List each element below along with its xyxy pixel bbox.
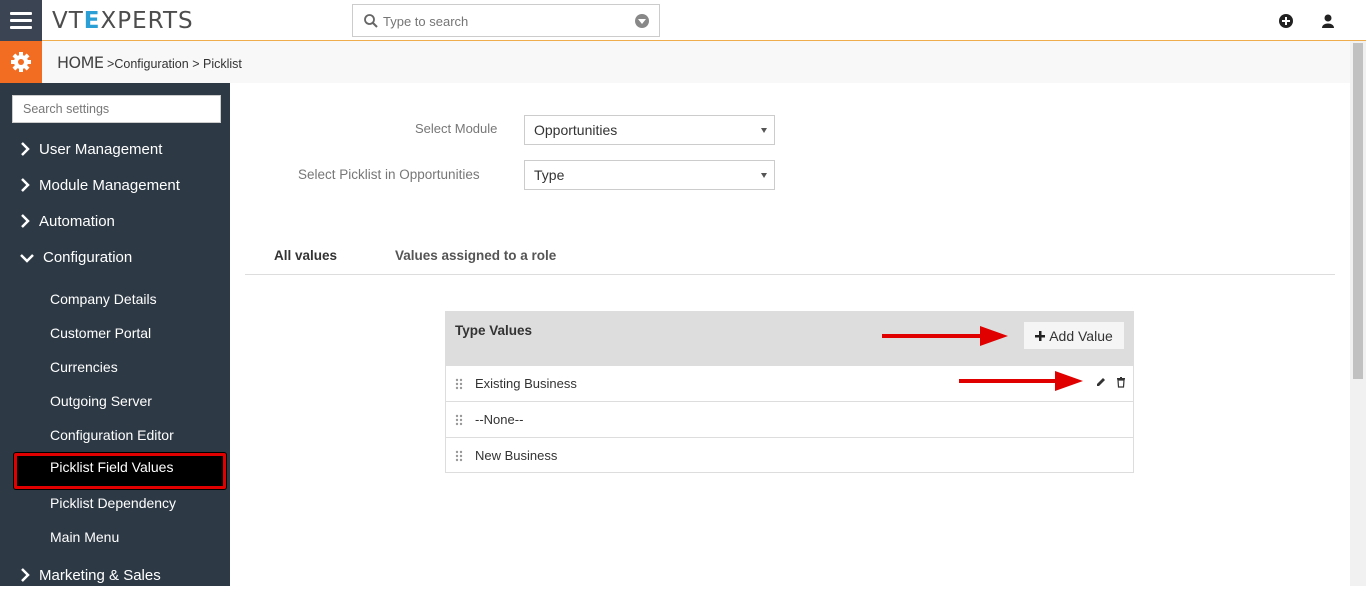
sidebar-item-configuration-editor[interactable]: Configuration Editor <box>0 420 230 450</box>
module-select[interactable]: Opportunities <box>524 115 775 145</box>
logo[interactable]: VTEXPERTS <box>52 8 194 34</box>
drag-handle-icon[interactable] <box>455 378 463 390</box>
drag-handle-icon[interactable] <box>455 414 463 426</box>
settings-search-input[interactable]: Search settings <box>12 95 221 123</box>
list-item[interactable]: --None-- <box>446 401 1133 437</box>
tabs: All values Values assigned to a role <box>245 240 1335 275</box>
settings-sidebar: Search settings User Management Module M… <box>0 83 230 586</box>
menu-icon[interactable] <box>0 0 42 41</box>
chevron-down-icon[interactable] <box>635 14 649 28</box>
select-module-label: Select Module <box>415 121 498 136</box>
scrollbar-thumb[interactable] <box>1353 43 1363 379</box>
sidebar-item-main-menu[interactable]: Main Menu <box>0 522 230 552</box>
list-item[interactable]: New Business <box>446 437 1133 473</box>
breadcrumb-home[interactable]: HOME <box>57 53 104 72</box>
chevron-right-icon <box>21 142 30 156</box>
chevron-down-icon <box>20 254 34 263</box>
drag-handle-icon[interactable] <box>455 450 463 462</box>
sidebar-item-outgoing-server[interactable]: Outgoing Server <box>0 386 230 416</box>
sidebar-item-automation[interactable]: Automation <box>0 207 230 237</box>
tab-values-assigned-to-role[interactable]: Values assigned to a role <box>395 248 556 263</box>
breadcrumb: HOME >Configuration > Picklist <box>57 53 242 72</box>
search-icon <box>364 14 378 28</box>
sidebar-item-company-details[interactable]: Company Details <box>0 284 230 314</box>
global-search[interactable] <box>352 4 660 37</box>
add-value-button[interactable]: Add Value <box>1023 321 1125 350</box>
sidebar-item-currencies[interactable]: Currencies <box>0 352 230 382</box>
annotation-arrow-icon <box>882 326 1008 346</box>
chevron-right-icon <box>21 178 30 192</box>
trash-icon[interactable] <box>1115 376 1127 388</box>
page-scrollbar[interactable] <box>1350 41 1366 586</box>
breadcrumb-picklist: Picklist <box>202 57 242 71</box>
sidebar-item-module-management[interactable]: Module Management <box>0 171 230 201</box>
sidebar-item-customer-portal[interactable]: Customer Portal <box>0 318 230 348</box>
search-input[interactable] <box>383 11 623 31</box>
annotation-arrow-icon <box>959 371 1083 391</box>
user-icon[interactable] <box>1320 13 1336 29</box>
add-icon[interactable] <box>1278 13 1294 29</box>
picklist-select[interactable]: Type <box>524 160 775 190</box>
sidebar-item-picklist-field-values[interactable]: Picklist Field Values <box>14 453 226 489</box>
tab-all-values[interactable]: All values <box>274 248 337 263</box>
breadcrumb-configuration[interactable]: Configuration <box>114 57 188 71</box>
panel-header: Type Values Add Value <box>446 312 1133 365</box>
gear-icon <box>11 52 31 72</box>
sidebar-item-user-management[interactable]: User Management <box>0 135 230 165</box>
sidebar-item-picklist-dependency[interactable]: Picklist Dependency <box>0 488 230 518</box>
sidebar-item-configuration[interactable]: Configuration <box>0 243 230 273</box>
panel-title: Type Values <box>455 323 533 338</box>
settings-gear-button[interactable] <box>0 41 42 83</box>
sidebar-item-marketing-sales[interactable]: Marketing & Sales <box>0 561 230 591</box>
chevron-right-icon <box>21 214 30 228</box>
chevron-right-icon <box>21 568 30 582</box>
edit-pencil-icon[interactable] <box>1095 376 1107 388</box>
plus-icon <box>1035 330 1046 341</box>
select-picklist-label: Select Picklist in Opportunities <box>298 167 480 182</box>
breadcrumb-bar: HOME >Configuration > Picklist <box>0 41 1350 83</box>
top-bar: VTEXPERTS <box>0 0 1366 41</box>
